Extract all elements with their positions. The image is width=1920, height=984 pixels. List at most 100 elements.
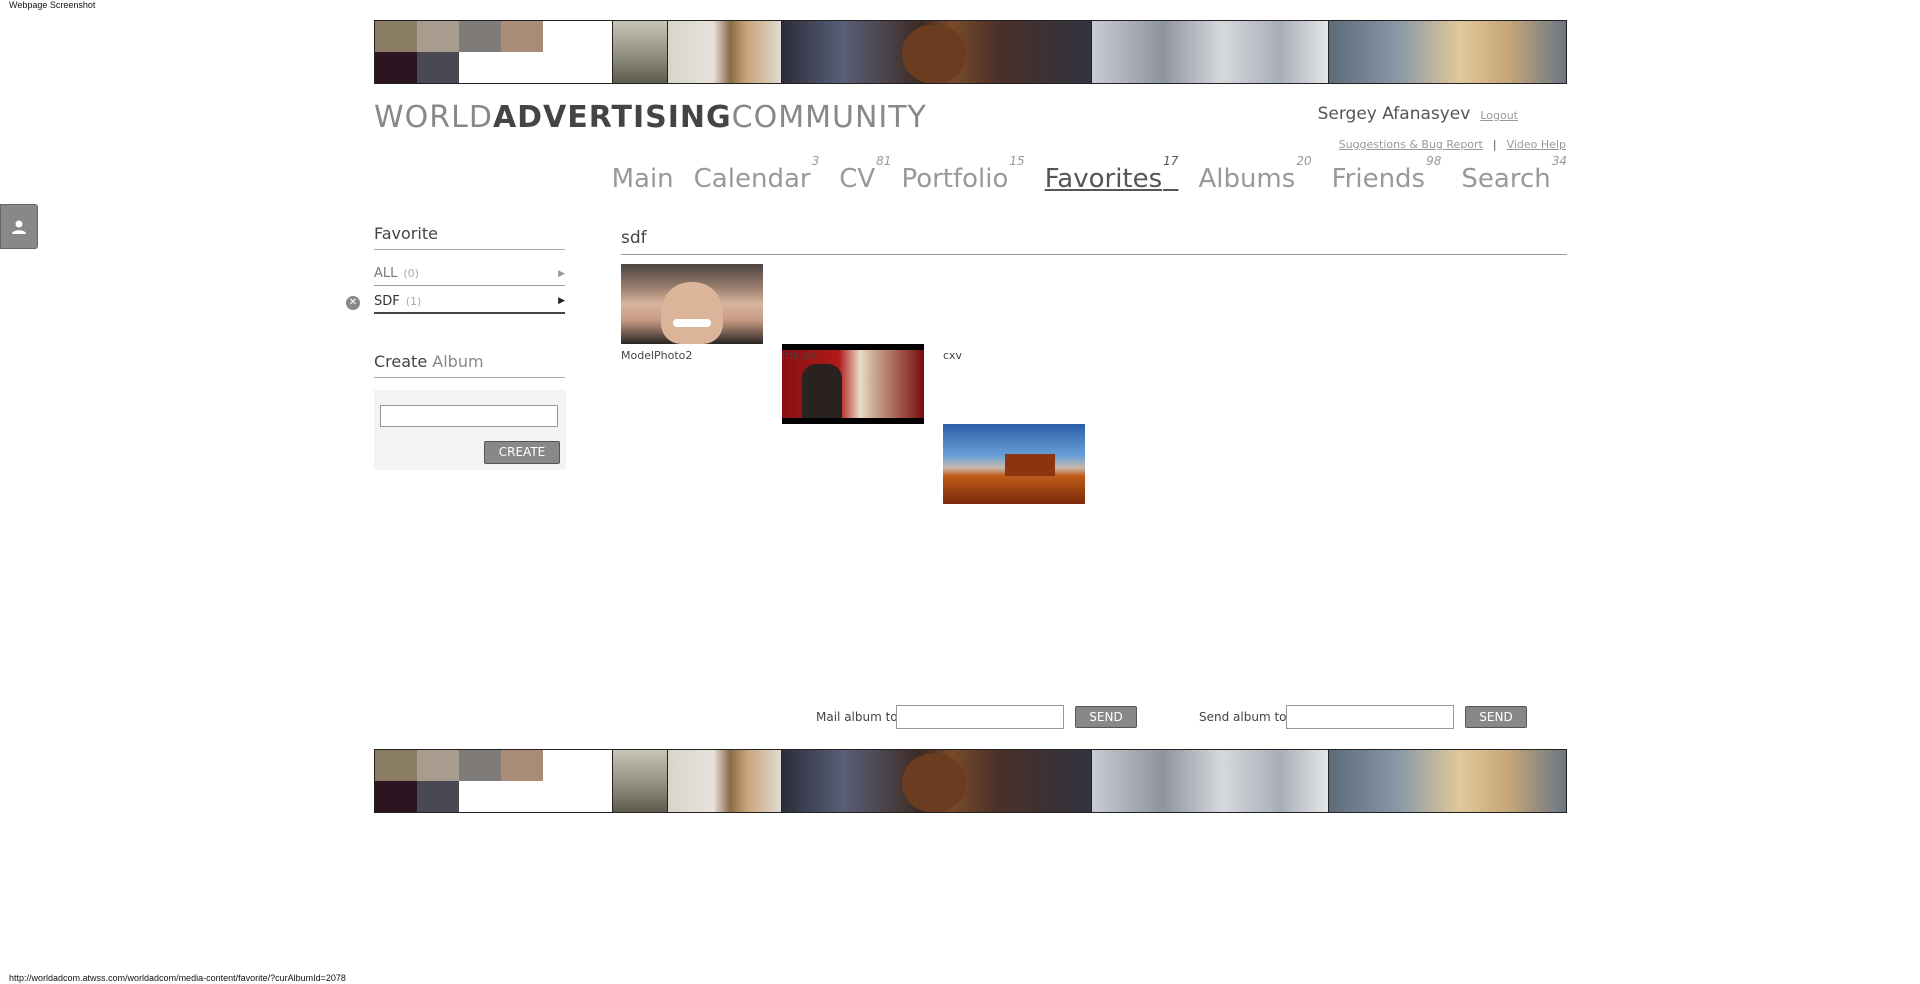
nav-label: Favorites — [1044, 164, 1163, 194]
nav-count: 15 — [1009, 154, 1025, 169]
logo-part-advertising: ADVERTISING — [492, 100, 732, 135]
create-button[interactable]: CREATE — [484, 441, 560, 464]
thumbnail-modelphoto2[interactable] — [621, 264, 763, 344]
arrow-right-icon: ▶ — [558, 296, 565, 306]
nav-label: Portfolio — [901, 164, 1009, 194]
nav-label: Friends — [1331, 164, 1426, 194]
favorite-item-sdf[interactable]: SDF (1) ▶ — [374, 290, 565, 314]
letterbox-bottom — [782, 418, 924, 424]
swatch — [501, 21, 543, 52]
favorite-item-text: ALL (0) — [374, 266, 419, 281]
favorite-item-count: (0) — [403, 267, 419, 280]
mascot-shape — [902, 25, 967, 83]
create-title-light: Album — [432, 352, 484, 371]
figure-shape — [802, 364, 842, 424]
arrow-right-icon: ▶ — [558, 268, 565, 279]
banner-image-woman — [1329, 750, 1566, 812]
mesa-shape — [1005, 454, 1055, 476]
swatch — [459, 21, 501, 52]
banner-image-dog — [667, 750, 783, 812]
color-swatches — [375, 750, 613, 812]
swatch — [459, 750, 501, 781]
nav-favorites[interactable]: Favorites17 — [1044, 154, 1179, 194]
swatch — [375, 21, 417, 52]
header-links: Suggestions & Bug Report | Video Help — [1339, 138, 1566, 151]
nav-cv[interactable]: CV81 — [839, 154, 891, 194]
nav-main[interactable]: Main — [612, 164, 674, 194]
swatch — [375, 781, 417, 812]
favorite-item-label: SDF — [374, 293, 400, 309]
nav-search[interactable]: Search34 — [1461, 154, 1567, 194]
mail-album-label: Mail album to — [816, 710, 898, 724]
nav-count: 98 — [1426, 154, 1442, 169]
mail-album-input[interactable] — [896, 705, 1064, 729]
nav-label: CV — [839, 164, 876, 194]
user-icon — [12, 220, 26, 234]
nav-portfolio[interactable]: Portfolio15 — [901, 154, 1024, 194]
logout-link[interactable]: Logout — [1480, 109, 1518, 122]
mascot-shape — [902, 754, 967, 812]
favorite-item-all[interactable]: ALL (0) ▶ — [374, 262, 565, 286]
nav-count: 34 — [1551, 154, 1567, 169]
favorite-item-label: ALL — [374, 266, 398, 281]
thumbnail-label[interactable]: ModelPhoto2 — [621, 349, 692, 362]
footer-banner — [374, 749, 1567, 813]
nav-friends[interactable]: Friends98 — [1331, 154, 1442, 194]
face-shape — [661, 282, 723, 344]
send-album-input[interactable] — [1286, 705, 1454, 729]
favorite-item-count: (1) — [405, 294, 422, 308]
album-title: sdf — [621, 228, 1567, 255]
logo-part-world: WORLD — [374, 100, 493, 135]
user-panel-tab[interactable] — [0, 204, 38, 249]
suggestions-link[interactable]: Suggestions & Bug Report — [1339, 138, 1483, 151]
screenshot-caption: Webpage Screenshot — [9, 0, 96, 10]
delete-album-icon[interactable]: ✕ — [346, 296, 360, 310]
color-swatches — [375, 21, 613, 83]
thumbnail-cxv[interactable] — [943, 424, 1085, 504]
swatch — [375, 750, 417, 781]
swatch — [417, 52, 459, 83]
nav-calendar[interactable]: Calendar3 — [693, 154, 820, 194]
header-banner — [374, 20, 1567, 84]
banner-image-dog — [667, 21, 783, 83]
swatch — [417, 21, 459, 52]
nav-label: Albums — [1198, 164, 1296, 194]
swatch — [501, 750, 543, 781]
create-album-title: Create Album — [374, 352, 565, 378]
user-name: Sergey Afanasyev — [1317, 104, 1471, 124]
send-mail-button[interactable]: SEND — [1075, 706, 1137, 728]
logo-part-community: COMMUNITY — [731, 100, 927, 135]
nav-label: Calendar — [693, 164, 811, 194]
swatch — [417, 781, 459, 812]
thumbnail-label[interactable]: cxv — [943, 349, 962, 362]
status-bar-url: http://worldadcom.atwss.com/worldadcom/m… — [9, 973, 346, 983]
main-nav: Main Calendar3 CV81 Portfolio15 Favorite… — [612, 154, 1567, 194]
nav-count: 81 — [876, 154, 892, 169]
send-album-label: Send album to — [1199, 710, 1287, 724]
nav-label: Main — [611, 164, 674, 194]
video-help-link[interactable]: Video Help — [1507, 138, 1566, 151]
nav-albums[interactable]: Albums20 — [1198, 154, 1311, 194]
banner-image-car — [1091, 750, 1330, 812]
favorite-item-text: SDF (1) — [374, 294, 421, 309]
album-name-input[interactable] — [380, 405, 558, 427]
user-block: Sergey Afanasyev Logout — [1318, 104, 1518, 124]
nav-count: 17 — [1163, 154, 1179, 169]
banner-image-plant — [612, 21, 668, 83]
nav-label: Search — [1461, 164, 1551, 194]
banner-image-plant — [612, 750, 668, 812]
thumbnail-label[interactable]: mk.avi — [782, 349, 819, 362]
favorite-title: Favorite — [374, 224, 565, 250]
smile-shape — [673, 319, 711, 327]
swatch — [417, 750, 459, 781]
nav-count: 3 — [811, 154, 820, 169]
banner-image-woman — [1329, 21, 1566, 83]
banner-image-mascot — [782, 750, 1092, 812]
send-album-button[interactable]: SEND — [1465, 706, 1527, 728]
create-title-bold: Create — [374, 352, 428, 371]
nav-count: 20 — [1296, 154, 1312, 169]
swatch — [375, 52, 417, 83]
site-logo[interactable]: WORLDADVERTISINGCOMMUNITY — [374, 100, 927, 135]
links-separator: | — [1492, 138, 1497, 151]
banner-image-car — [1091, 21, 1330, 83]
